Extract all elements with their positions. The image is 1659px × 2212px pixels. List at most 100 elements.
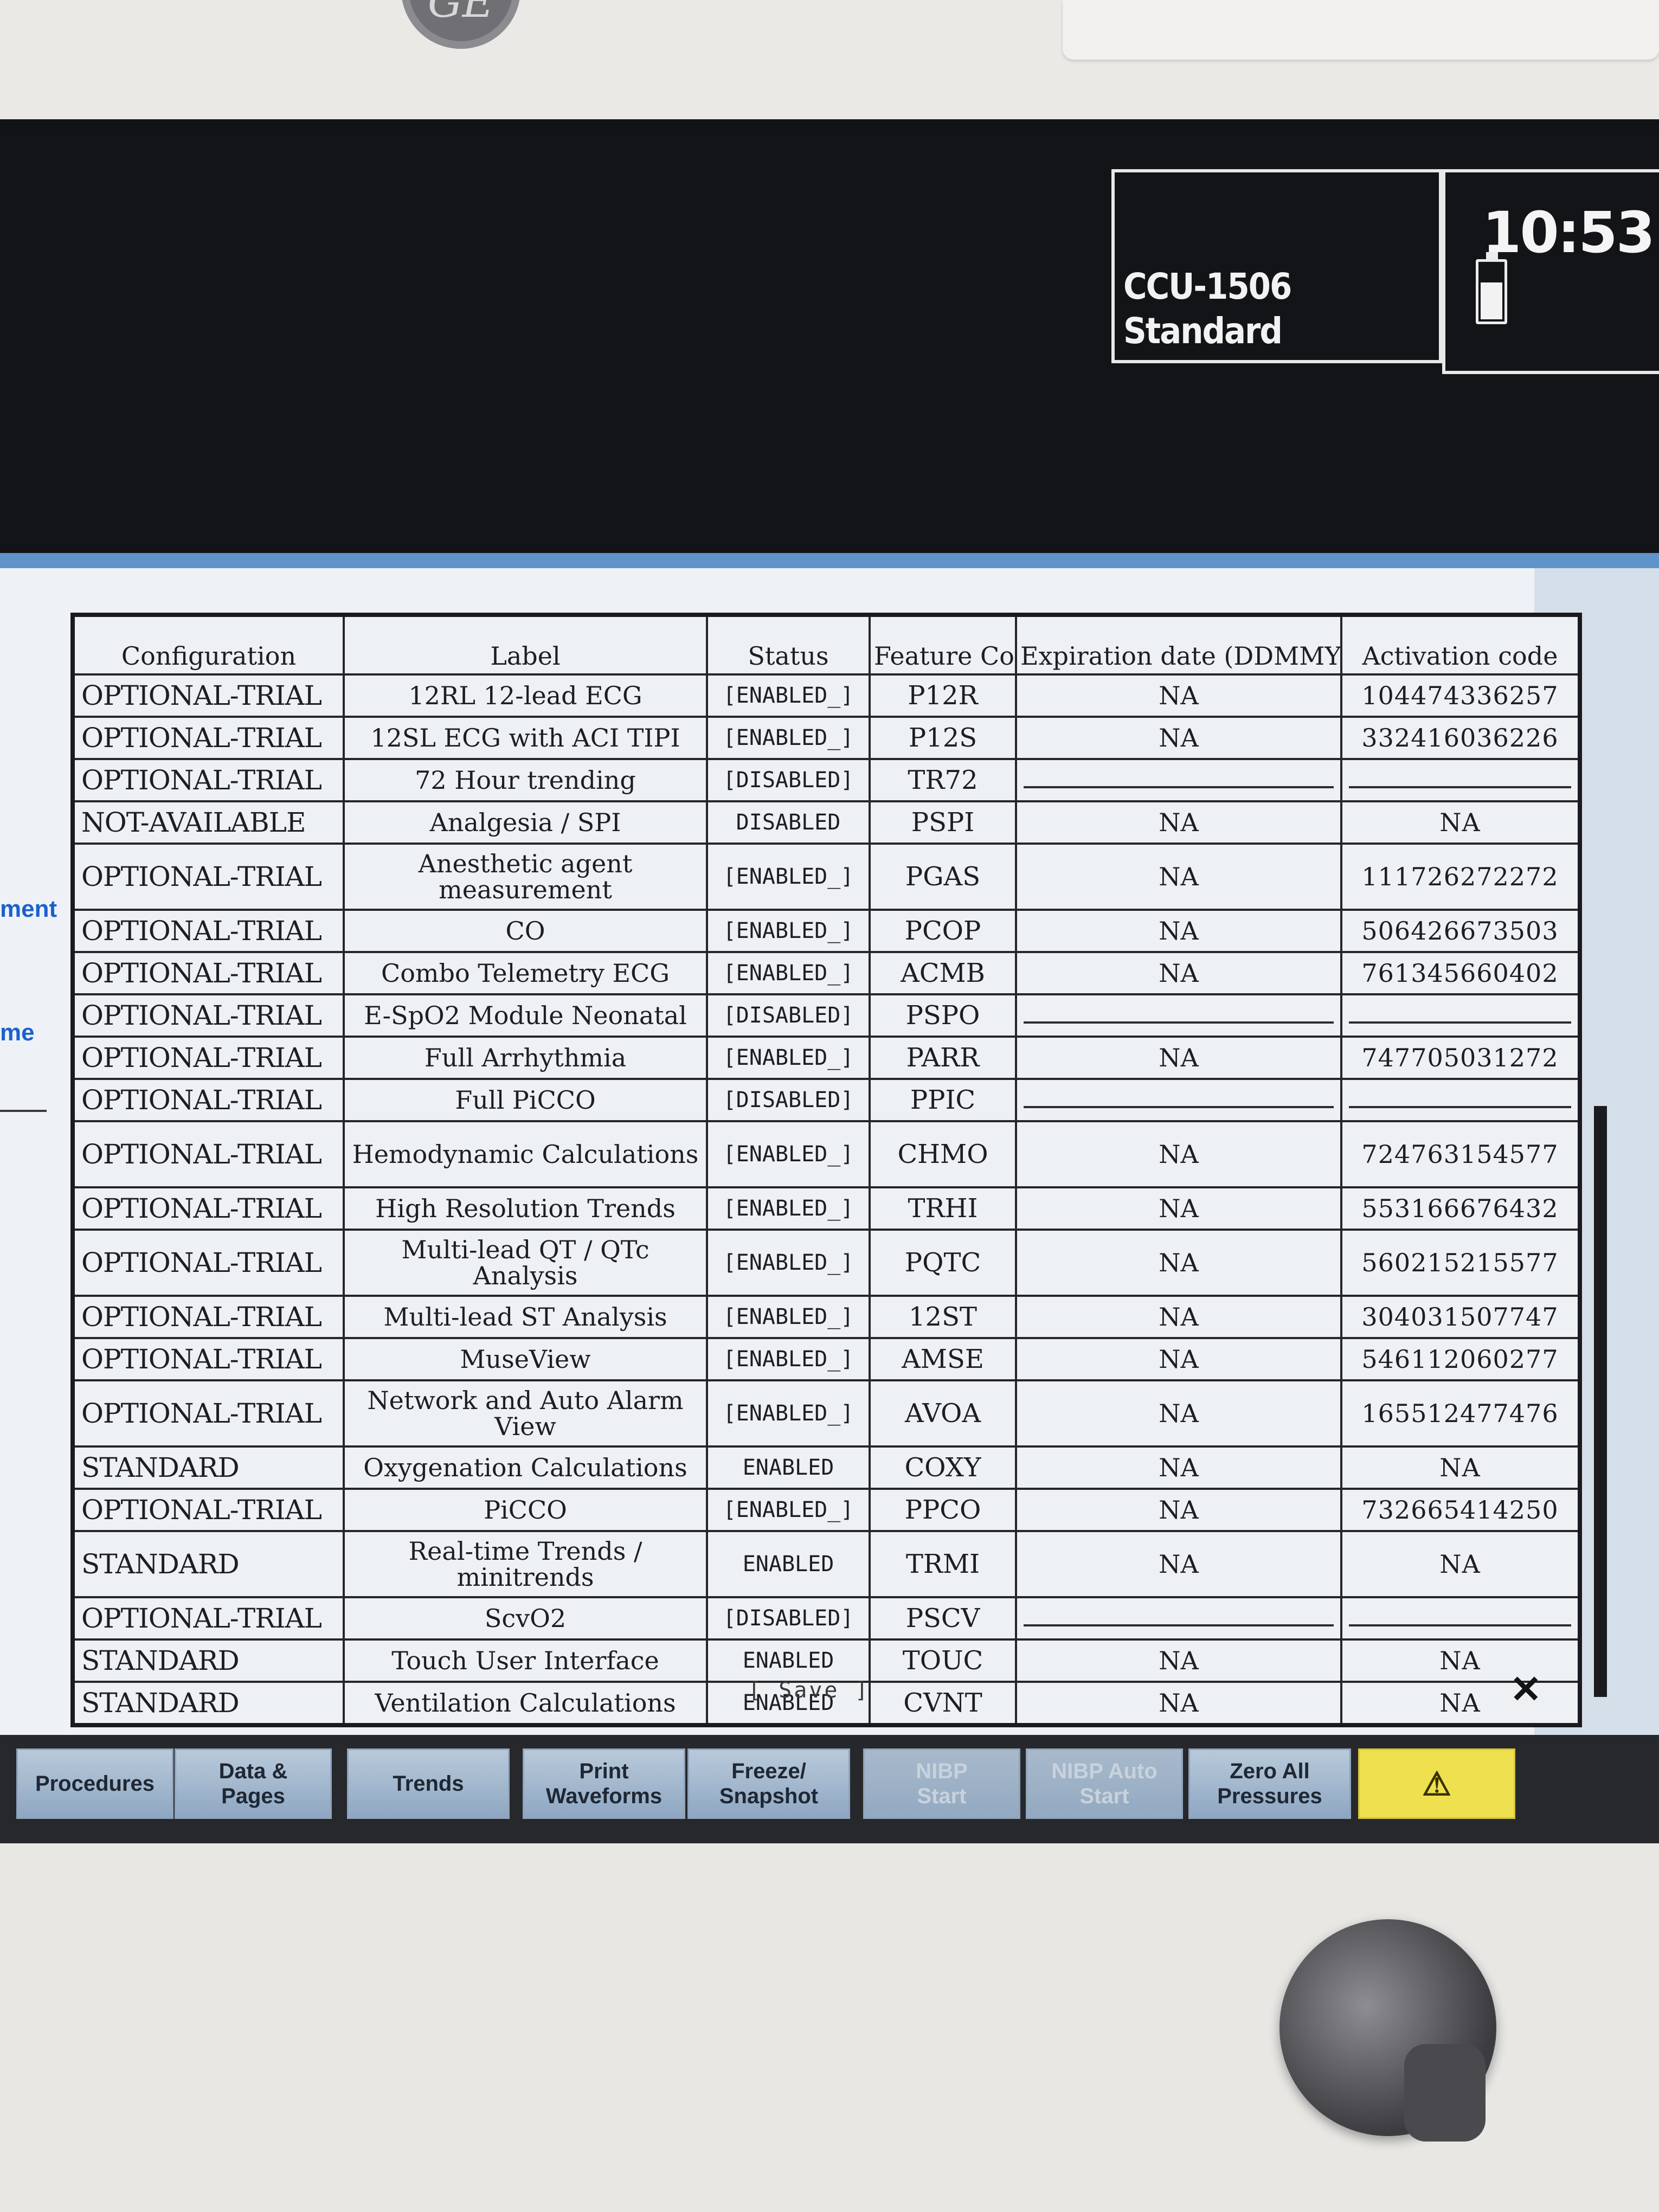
device-label-sticker: [1063, 0, 1659, 60]
data-pages-button[interactable]: Data & Pages: [175, 1748, 332, 1819]
table-row[interactable]: OPTIONAL-TRIAL Multi-lead ST Analysis [ENA…: [72, 1295, 1581, 1339]
cell-configuration: OPTIONAL-TRIAL: [72, 951, 345, 995]
cell-status: [ENABLED_]: [706, 1120, 871, 1188]
cell-feature-code: PARR: [869, 1036, 1017, 1080]
cell-label: Anesthetic agent measurement: [343, 843, 708, 911]
alarm-bell-icon[interactable]: ⚠: [1358, 1748, 1515, 1819]
column-header-label: Label: [343, 614, 708, 676]
cell-feature-code: PPIC: [869, 1078, 1017, 1122]
cell-feature-code: CVNT: [869, 1681, 1017, 1726]
feature-table: Configuration Label Status Feature Code …: [70, 613, 1582, 1727]
column-header-status: Status: [706, 614, 871, 676]
close-icon[interactable]: ✕: [1510, 1667, 1542, 1712]
table-row[interactable]: OPTIONAL-TRIAL Multi-lead QT / QTc Analys…: [72, 1229, 1581, 1297]
cell-expiration-date: NA: [1015, 1036, 1342, 1080]
unit-info-box[interactable]: CCU-1506 Standard: [1111, 169, 1442, 363]
cell-label: Oxygenation Calculations: [343, 1445, 708, 1490]
nibp-auto-start-button[interactable]: NIBP Auto Start: [1026, 1748, 1183, 1819]
cell-activation-code: 165512477476: [1340, 1379, 1581, 1448]
table-row[interactable]: OPTIONAL-TRIAL 12SL ECG with ACI TIPI [ENA…: [72, 716, 1581, 760]
nibp-start-button[interactable]: NIBP Start: [863, 1748, 1020, 1819]
cell-label: E-SpO2 Module Neonatal: [343, 993, 708, 1038]
cell-configuration: STANDARD: [72, 1530, 345, 1598]
table-row[interactable]: OPTIONAL-TRIAL 72 Hour trending [DISABLED]…: [72, 758, 1581, 802]
cell-label: Ventilation Calculations: [343, 1681, 708, 1726]
table-row[interactable]: STANDARD Oxygenation Calculations ENABLED C…: [72, 1445, 1581, 1490]
table-row[interactable]: NOT-AVAILABLE Analgesia / SPI DISABLED PSPI…: [72, 800, 1581, 845]
table-row[interactable]: OPTIONAL-TRIAL High Resolution Trends [ENA…: [72, 1186, 1581, 1231]
trends-button[interactable]: Trends: [347, 1748, 510, 1819]
table-row[interactable]: OPTIONAL-TRIAL ScvO2 [DISABLED] PSCV: [72, 1596, 1581, 1641]
cell-status: [DISABLED]: [706, 993, 871, 1038]
empty-field-line[interactable]: [1349, 1007, 1571, 1024]
table-row[interactable]: STANDARD Touch User Interface ENABLED TOUC N…: [72, 1638, 1581, 1683]
side-menu-item-1[interactable]: ment: [0, 896, 57, 923]
cell-status: [ENABLED_]: [706, 1186, 871, 1231]
table-row[interactable]: OPTIONAL-TRIAL 12RL 12-lead ECG [ENABLED_]…: [72, 673, 1581, 718]
table-row[interactable]: OPTIONAL-TRIAL Network and Auto Alarm Vie…: [72, 1379, 1581, 1448]
cell-feature-code: COXY: [869, 1445, 1017, 1490]
empty-field-line[interactable]: [1024, 772, 1334, 788]
procedures-button[interactable]: Procedures: [16, 1748, 173, 1819]
cell-status: [ENABLED_]: [706, 1488, 871, 1532]
cell-activation-code: [1340, 1596, 1581, 1641]
empty-field-line[interactable]: [1349, 1092, 1571, 1108]
cell-label: 12RL 12-lead ECG: [343, 673, 708, 718]
freeze-snapshot-button[interactable]: Freeze/ Snapshot: [687, 1748, 850, 1819]
table-row[interactable]: OPTIONAL-TRIAL Hemodynamic Calculations [E…: [72, 1120, 1581, 1188]
table-row[interactable]: OPTIONAL-TRIAL E-SpO2 Module Neonatal [DIS…: [72, 993, 1581, 1038]
cell-configuration: OPTIONAL-TRIAL: [72, 843, 345, 911]
cell-status: [ENABLED_]: [706, 1379, 871, 1448]
cell-activation-code: 560215215577: [1340, 1229, 1581, 1297]
cell-activation-code: [1340, 993, 1581, 1038]
empty-field-line[interactable]: [1349, 772, 1571, 788]
cell-feature-code: TRHI: [869, 1186, 1017, 1231]
table-row[interactable]: OPTIONAL-TRIAL CO [ENABLED_] PCOP NA 50642667…: [72, 909, 1581, 953]
empty-field-line[interactable]: [1024, 1610, 1334, 1626]
cell-label: Analgesia / SPI: [343, 800, 708, 845]
empty-field-line[interactable]: [1349, 1610, 1571, 1626]
cell-label: ScvO2: [343, 1596, 708, 1641]
cell-configuration: OPTIONAL-TRIAL: [72, 1596, 345, 1641]
cell-configuration: OPTIONAL-TRIAL: [72, 1036, 345, 1080]
cell-configuration: OPTIONAL-TRIAL: [72, 993, 345, 1038]
zero-all-pressures-button[interactable]: Zero All Pressures: [1188, 1748, 1351, 1819]
cell-configuration: NOT-AVAILABLE: [72, 800, 345, 845]
cell-expiration-date: NA: [1015, 1488, 1342, 1532]
profile-name: Standard: [1123, 310, 1283, 352]
cell-configuration: OPTIONAL-TRIAL: [72, 1379, 345, 1448]
table-row[interactable]: OPTIONAL-TRIAL MuseView [ENABLED_] AMSE NA 54…: [72, 1337, 1581, 1381]
cell-activation-code: NA: [1340, 800, 1581, 845]
side-menu-item-2[interactable]: me: [0, 1019, 35, 1046]
table-row[interactable]: OPTIONAL-TRIAL Anesthetic agent measureme…: [72, 843, 1581, 911]
cell-activation-code: NA: [1340, 1530, 1581, 1598]
empty-field-line[interactable]: [1024, 1007, 1334, 1024]
scrollbar[interactable]: [1594, 1106, 1607, 1697]
cell-expiration-date: NA: [1015, 1530, 1342, 1598]
cell-activation-code: 732665414250: [1340, 1488, 1581, 1532]
clock-box: 10:53: [1442, 169, 1659, 374]
cell-expiration-date: [1015, 1078, 1342, 1122]
table-row[interactable]: OPTIONAL-TRIAL Full PiCCO [DISABLED] PPIC: [72, 1078, 1581, 1122]
print-waveforms-button[interactable]: Print Waveforms: [523, 1748, 685, 1819]
save-button[interactable]: [ Save ]: [748, 1678, 870, 1703]
cell-status: [ENABLED_]: [706, 843, 871, 911]
cell-activation-code: 761345660402: [1340, 951, 1581, 995]
cell-feature-code: PQTC: [869, 1229, 1017, 1297]
cell-status: [ENABLED_]: [706, 1295, 871, 1339]
cell-configuration: OPTIONAL-TRIAL: [72, 716, 345, 760]
cell-configuration: OPTIONAL-TRIAL: [72, 909, 345, 953]
empty-field-line[interactable]: [1024, 1092, 1334, 1108]
cell-label: Full Arrhythmia: [343, 1036, 708, 1080]
cell-feature-code: PSPO: [869, 993, 1017, 1038]
cell-feature-code: CHMO: [869, 1120, 1017, 1188]
cell-expiration-date: NA: [1015, 1229, 1342, 1297]
cell-label: PiCCO: [343, 1488, 708, 1532]
table-row[interactable]: OPTIONAL-TRIAL Combo Telemetry ECG [ENABLE…: [72, 951, 1581, 995]
table-row[interactable]: OPTIONAL-TRIAL Full Arrhythmia [ENABLED_] P…: [72, 1036, 1581, 1080]
cell-label: Network and Auto Alarm View: [343, 1379, 708, 1448]
table-row[interactable]: STANDARD Real-time Trends / minitrends ENA…: [72, 1530, 1581, 1598]
cell-activation-code: 111726272272: [1340, 843, 1581, 911]
cell-expiration-date: NA: [1015, 1445, 1342, 1490]
table-row[interactable]: OPTIONAL-TRIAL PiCCO [ENABLED_] PPCO NA 73266…: [72, 1488, 1581, 1532]
